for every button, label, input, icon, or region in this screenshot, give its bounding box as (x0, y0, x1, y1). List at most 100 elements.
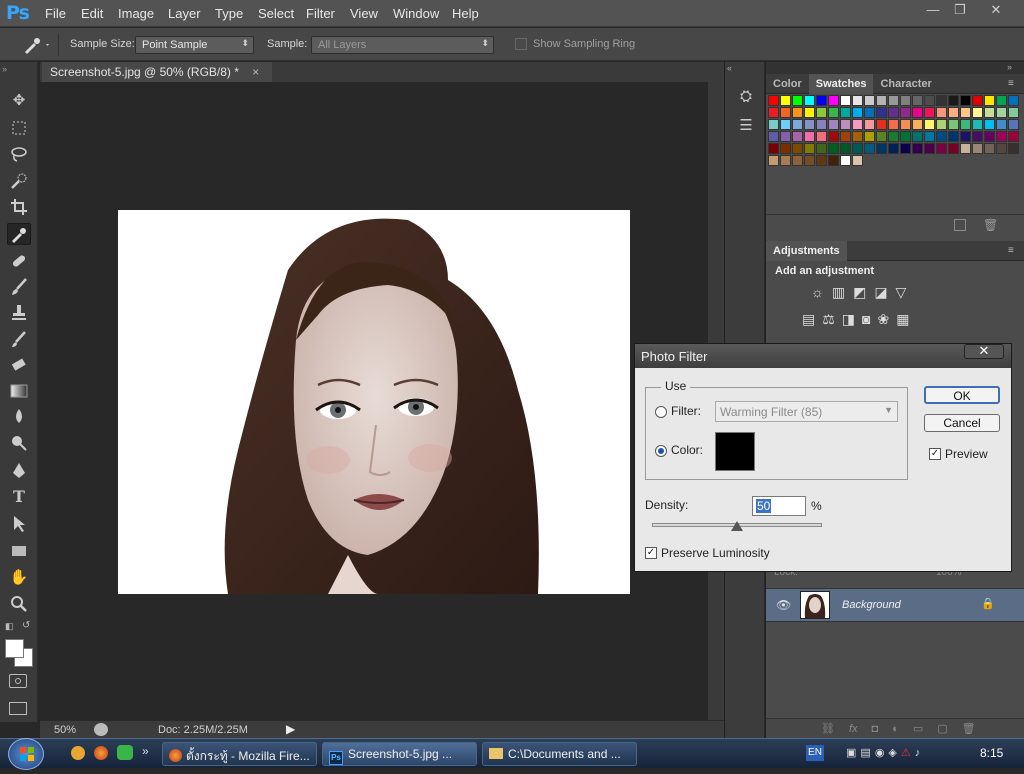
clone-stamp-tool[interactable] (7, 302, 31, 324)
levels-icon[interactable]: ▥ (832, 284, 845, 300)
color-swatch[interactable] (972, 131, 983, 142)
visibility-eye-icon[interactable]: 👁 (776, 598, 791, 612)
path-select-tool[interactable] (7, 513, 31, 535)
new-adjustment-icon[interactable]: ◐ (892, 723, 899, 735)
color-swatch[interactable] (804, 95, 815, 106)
color-swatch[interactable] (828, 155, 839, 166)
delete-layer-icon[interactable]: 🗑 (962, 723, 976, 735)
color-swatch[interactable] (900, 95, 911, 106)
brush-tool[interactable] (7, 276, 31, 298)
color-swatch[interactable] (792, 107, 803, 118)
color-swatch[interactable] (948, 95, 959, 106)
color-swatch[interactable] (876, 119, 887, 130)
color-swatch[interactable] (900, 131, 911, 142)
color-swatch[interactable] (1008, 119, 1019, 130)
color-swatch[interactable] (876, 95, 887, 106)
color-swatch[interactable] (948, 131, 959, 142)
color-swatch[interactable] (936, 119, 947, 130)
vibrance-icon[interactable]: ▽ (896, 284, 907, 300)
color-swatch[interactable] (768, 155, 779, 166)
fx-icon[interactable]: fx (849, 723, 858, 735)
color-swatch[interactable] (996, 119, 1007, 130)
color-swatch[interactable] (768, 143, 779, 154)
color-swatch[interactable] (888, 143, 899, 154)
tab-color[interactable]: Color (766, 74, 809, 94)
color-swatch[interactable] (912, 131, 923, 142)
history-icon[interactable]: ⛭ (735, 88, 757, 110)
color-swatch[interactable] (972, 119, 983, 130)
exposure-icon[interactable]: ◪ (874, 284, 887, 300)
collapse-panels-icon[interactable]: » (1007, 62, 1012, 72)
healing-brush-tool[interactable] (7, 250, 31, 272)
color-swatch[interactable] (996, 131, 1007, 142)
dodge-tool[interactable] (7, 432, 31, 454)
quicklaunch-app-icon[interactable] (71, 746, 85, 760)
tab-character[interactable]: Character (873, 74, 938, 94)
color-swatch[interactable] (984, 131, 995, 142)
color-swatch[interactable] (768, 131, 779, 142)
menu-image[interactable]: Image (118, 6, 154, 21)
color-swatch[interactable] (864, 107, 875, 118)
color-swatch[interactable] (912, 119, 923, 130)
more-quicklaunch-icon[interactable]: » (142, 744, 149, 758)
color-swatch[interactable] (816, 155, 827, 166)
color-swatch[interactable] (780, 107, 791, 118)
color-swatch[interactable] (840, 119, 851, 130)
restore-button[interactable]: ❐ (947, 1, 973, 19)
dialog-title-bar[interactable]: Photo Filter (635, 344, 1011, 368)
quick-select-tool[interactable] (7, 170, 31, 192)
color-swatch[interactable] (852, 155, 863, 166)
color-swatch[interactable] (984, 95, 995, 106)
panel-menu-icon[interactable]: ≡ (1008, 78, 1014, 89)
ok-button[interactable]: OK (924, 386, 1000, 404)
color-swatch[interactable] (852, 143, 863, 154)
color-swatch[interactable] (828, 95, 839, 106)
color-swatch[interactable] (960, 131, 971, 142)
tab-adjustments[interactable]: Adjustments (766, 241, 847, 261)
menu-help[interactable]: Help (452, 6, 479, 21)
color-swatch[interactable] (840, 155, 851, 166)
tray-network-icon[interactable]: ▤ (860, 747, 874, 759)
color-swatch[interactable] (864, 95, 875, 106)
link-layers-icon[interactable]: ⛓ (821, 723, 835, 735)
start-button[interactable] (8, 738, 44, 770)
color-swatch[interactable] (876, 143, 887, 154)
color-swatch[interactable] (996, 143, 1007, 154)
delete-swatch-icon[interactable]: 🗑 (983, 218, 998, 232)
menu-file[interactable]: File (45, 6, 66, 21)
foreground-color-swatch[interactable] (5, 639, 24, 658)
color-swatch[interactable] (888, 119, 899, 130)
preview-checkbox[interactable]: ✓ (929, 448, 941, 460)
new-group-icon[interactable]: ▭ (913, 723, 923, 735)
canvas-area[interactable] (40, 82, 708, 720)
color-swatch[interactable] (912, 107, 923, 118)
color-swatch[interactable] (972, 107, 983, 118)
color-swatch[interactable] (816, 119, 827, 130)
marquee-tool[interactable] (7, 117, 31, 139)
color-swatch[interactable] (900, 119, 911, 130)
add-mask-icon[interactable]: ◘ (872, 723, 879, 735)
color-swatch[interactable] (960, 119, 971, 130)
channel-mixer-icon[interactable]: ❀ (878, 311, 890, 327)
blur-tool[interactable] (7, 406, 31, 428)
color-swatch[interactable] (960, 143, 971, 154)
close-tab-icon[interactable]: × (252, 65, 259, 79)
color-swatch[interactable] (984, 119, 995, 130)
show-sampling-ring-checkbox[interactable] (515, 38, 527, 50)
color-swatch[interactable] (936, 107, 947, 118)
tool-preset-picker[interactable] (22, 35, 52, 55)
crop-tool[interactable] (7, 196, 31, 218)
color-swatch[interactable] (852, 95, 863, 106)
color-swatch[interactable] (948, 107, 959, 118)
color-swatch[interactable] (828, 143, 839, 154)
preserve-luminosity-checkbox[interactable]: ✓ (645, 547, 657, 559)
tab-swatches[interactable]: Swatches (808, 74, 874, 94)
new-layer-icon[interactable]: ▢ (937, 723, 947, 735)
layer-name[interactable]: Background (842, 599, 901, 611)
color-swatch[interactable] (780, 131, 791, 142)
color-swatch[interactable] (804, 119, 815, 130)
color-swatch[interactable] (900, 107, 911, 118)
color-swatch[interactable] (816, 107, 827, 118)
density-slider-thumb[interactable] (731, 521, 743, 531)
color-radio[interactable] (655, 445, 667, 457)
